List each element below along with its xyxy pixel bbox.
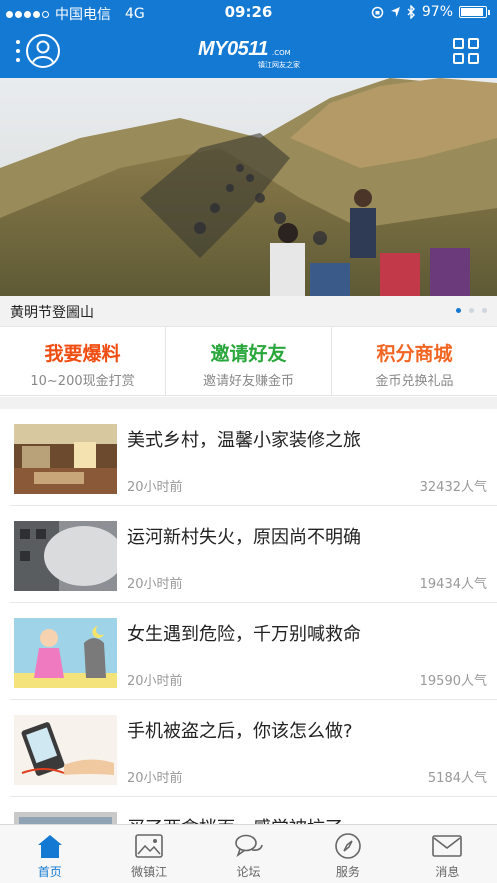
tab-home[interactable]: 首页 xyxy=(0,825,99,883)
news-views: 32432人气 xyxy=(419,480,487,495)
tab-weizhenjiang[interactable]: 微镇江 xyxy=(99,825,198,883)
news-thumbnail xyxy=(14,618,117,688)
list-item[interactable]: 手机被盗之后，你该怎么做? 20小时前 5184人气 xyxy=(10,700,497,797)
news-thumbnail xyxy=(14,424,117,494)
tab-forum[interactable]: 论坛 xyxy=(199,825,298,883)
news-time: 20小时前 xyxy=(127,577,183,592)
battery-icon xyxy=(459,6,490,18)
news-views: 19434人气 xyxy=(419,577,487,592)
news-title: 运河新村失火，原因尚不明确 xyxy=(127,527,361,548)
news-time: 20小时前 xyxy=(127,480,183,495)
compass-icon xyxy=(335,833,361,859)
news-thumbnail xyxy=(14,521,117,591)
orientation-lock-icon xyxy=(371,6,384,18)
section-divider xyxy=(0,397,497,409)
news-thumbnail xyxy=(14,715,117,785)
tab-services[interactable]: 服务 xyxy=(298,825,397,883)
feature-report-button[interactable]: 我要爆料 10~200现金打赏 xyxy=(0,327,166,395)
battery-percent: 97% xyxy=(421,4,453,20)
app-logo: MY0511 .COM 镇江网友之家 xyxy=(198,38,300,69)
apps-grid-icon[interactable] xyxy=(453,38,479,64)
news-time: 20小时前 xyxy=(127,771,183,786)
tab-messages[interactable]: 消息 xyxy=(398,825,497,883)
user-icon xyxy=(32,40,54,64)
banner-caption: 黄明节登圌山 xyxy=(10,305,94,321)
status-bar: 中国电信 4G 09:26 97% xyxy=(0,0,497,24)
bottom-tab-bar: 首页 微镇江 论坛 服务 消息 xyxy=(0,824,497,883)
list-item[interactable]: 女生遇到危险，千万别喊救命 20小时前 19590人气 xyxy=(10,603,497,700)
user-avatar[interactable] xyxy=(26,34,60,68)
app-header: MY0511 .COM 镇江网友之家 xyxy=(0,24,497,78)
feature-mall-button[interactable]: 积分商城 金币兑换礼品 xyxy=(332,327,497,395)
mail-icon xyxy=(432,835,463,857)
location-icon xyxy=(390,7,400,17)
list-item[interactable]: 美式乡村，温馨小家装修之旅 20小时前 32432人气 xyxy=(10,409,497,506)
news-views: 5184人气 xyxy=(427,771,487,786)
news-title: 手机被盗之后，你该怎么做? xyxy=(127,721,353,742)
bluetooth-icon xyxy=(407,5,415,19)
banner-caption-bar: 黄明节登圌山 xyxy=(0,296,497,326)
image-icon xyxy=(135,834,163,858)
banner-pager[interactable] xyxy=(456,308,487,313)
news-views: 19590人气 xyxy=(419,674,487,689)
feature-row: 我要爆料 10~200现金打赏 邀请好友 邀请好友赚金币 积分商城 金币兑换礼品 xyxy=(0,326,497,396)
news-title: 女生遇到危险，千万别喊救命 xyxy=(127,624,361,645)
news-time: 20小时前 xyxy=(127,674,183,689)
chat-icon xyxy=(234,834,263,858)
feature-invite-button[interactable]: 邀请好友 邀请好友赚金币 xyxy=(166,327,332,395)
banner-image[interactable] xyxy=(0,78,497,296)
news-title: 美式乡村，温馨小家装修之旅 xyxy=(127,430,361,451)
list-item[interactable]: 运河新村失火，原因尚不明确 20小时前 19434人气 xyxy=(10,506,497,603)
news-list: 美式乡村，温馨小家装修之旅 20小时前 32432人气 运河新村失火，原因尚不明… xyxy=(0,409,497,883)
home-icon xyxy=(37,835,62,858)
more-menu-icon[interactable] xyxy=(15,40,21,62)
